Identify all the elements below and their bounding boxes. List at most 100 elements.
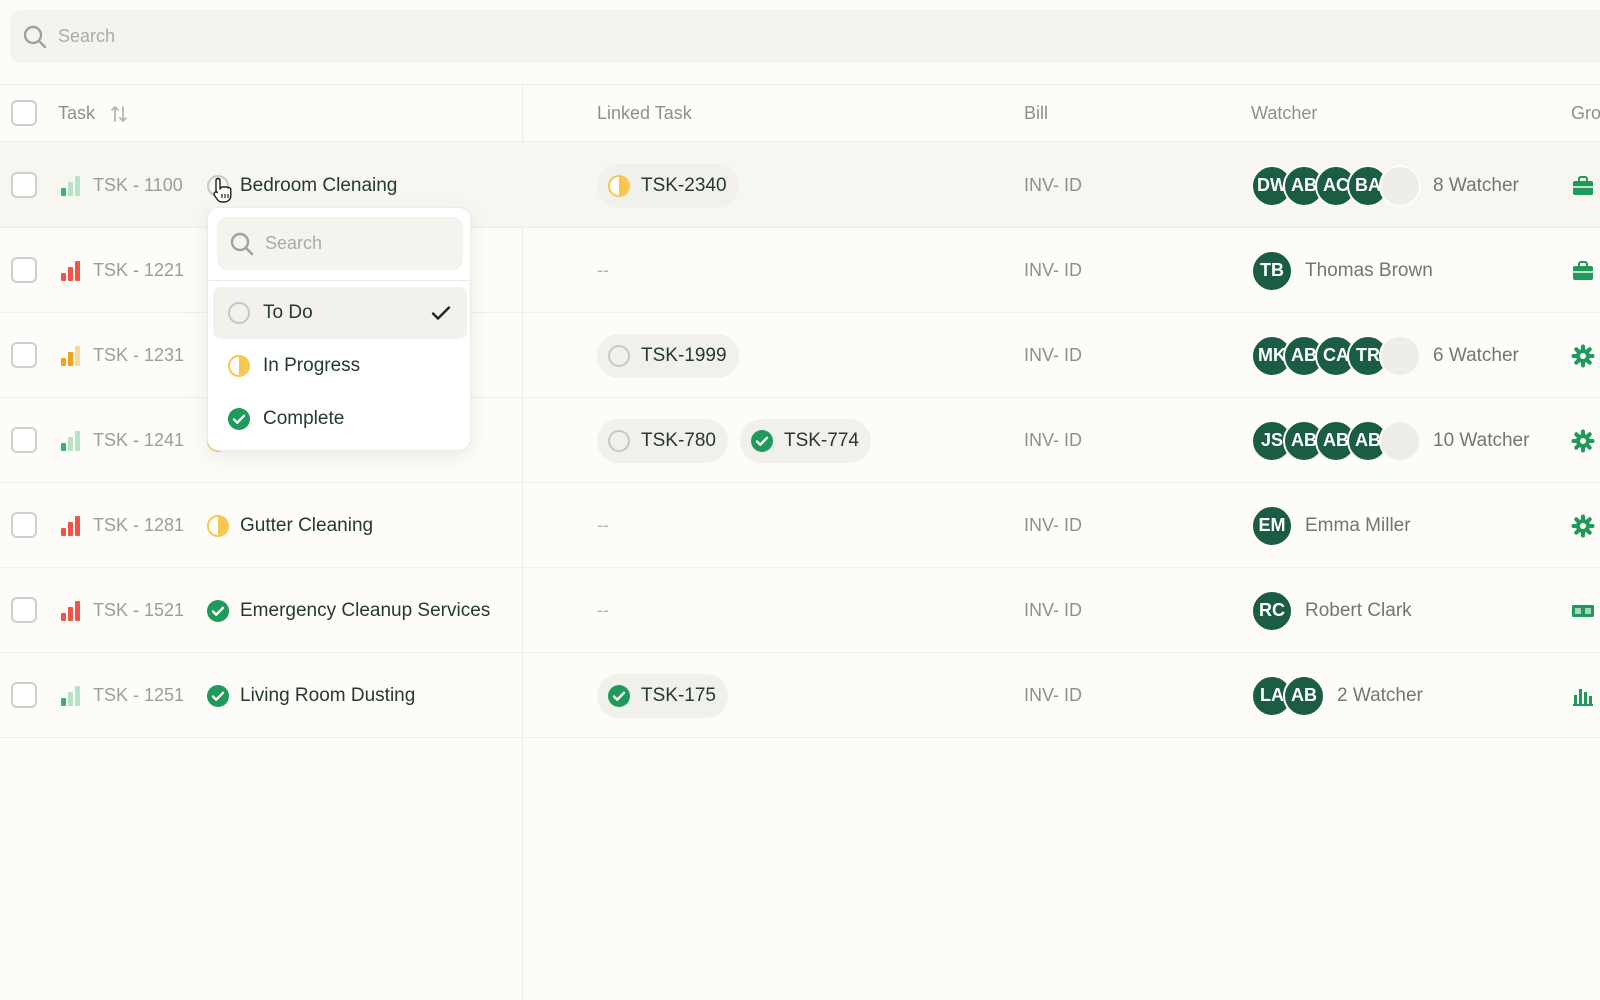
task-id-cell: TSK - 1221 — [93, 228, 184, 313]
task-id: TSK - 1281 — [93, 515, 185, 535]
complete-status-icon — [207, 684, 229, 707]
status-option-progress[interactable]: In Progress — [213, 340, 467, 392]
task-name[interactable]: Gutter Cleaning — [240, 515, 373, 537]
row-checkbox[interactable] — [11, 682, 37, 708]
column-group[interactable]: Gro — [1571, 85, 1600, 142]
table-row[interactable]: TSK - 1281 Gutter Cleaning -- INV- ID EM Emma… — [0, 483, 1600, 568]
bill-cell: INV- ID — [1024, 313, 1082, 398]
priority[interactable] — [60, 228, 82, 313]
priority[interactable] — [60, 398, 82, 483]
task-name-cell[interactable]: Emergency Cleanup Services — [206, 568, 490, 653]
select-all-checkbox[interactable] — [11, 100, 37, 126]
todo-status-icon — [608, 344, 630, 367]
group-cell[interactable] — [1571, 398, 1595, 483]
watcher-cell[interactable]: EM Emma Miller — [1251, 483, 1411, 568]
column-linked-task[interactable]: Linked Task — [597, 85, 692, 142]
linked-task-pill[interactable]: TSK-774 — [739, 418, 871, 463]
watcher-cell[interactable]: DW AB AC BA 8 Watcher — [1251, 143, 1519, 228]
search-input[interactable]: Search — [58, 26, 115, 47]
watcher-cell[interactable]: JS AB AB AB 10 Watcher — [1251, 398, 1529, 483]
task-name[interactable]: Emergency Cleanup Services — [240, 600, 490, 622]
column-task-label: Task — [58, 103, 96, 123]
row-checkbox[interactable] — [11, 257, 37, 283]
row-checkbox[interactable] — [11, 342, 37, 368]
group-cell[interactable] — [1571, 228, 1595, 313]
linked-task-cell: -- — [597, 568, 609, 653]
group-cell[interactable] — [1571, 143, 1595, 228]
sort-icon[interactable] — [109, 104, 129, 124]
group-cell[interactable] — [1571, 483, 1595, 568]
task-id-cell: TSK - 1251 — [93, 653, 184, 738]
bill-id[interactable]: INV- ID — [1024, 345, 1082, 366]
complete-status-icon — [207, 599, 229, 622]
briefcase-icon — [1573, 175, 1593, 195]
priority[interactable] — [60, 313, 82, 398]
avatar-more — [1379, 164, 1421, 207]
search-icon — [23, 25, 47, 48]
status-button[interactable] — [206, 599, 230, 623]
column-task[interactable]: Task — [58, 85, 129, 142]
priority[interactable] — [60, 568, 82, 653]
table-row[interactable]: TSK - 1251 Living Room Dusting TSK-175 INV-… — [0, 653, 1600, 738]
priority-low-icon — [61, 685, 80, 706]
bill-id[interactable]: INV- ID — [1024, 600, 1082, 621]
task-name-cell[interactable]: Living Room Dusting — [206, 653, 415, 738]
linked-task-cell: TSK-1999 — [597, 313, 751, 398]
row-checkbox[interactable] — [11, 172, 37, 198]
priority[interactable] — [60, 483, 82, 568]
watcher-cell[interactable]: MK AB CA TR 6 Watcher — [1251, 313, 1519, 398]
search-bar[interactable]: Search — [10, 10, 1600, 63]
status-option-label: In Progress — [263, 355, 361, 376]
hand-cursor-icon — [213, 177, 232, 203]
linked-task-pill[interactable]: TSK-780 — [597, 418, 728, 463]
status-search[interactable]: Search — [217, 217, 463, 270]
money-icon — [1572, 604, 1594, 617]
group-cell[interactable] — [1571, 653, 1595, 738]
avatar-more — [1379, 419, 1421, 462]
linked-task-pill[interactable]: TSK-2340 — [597, 163, 739, 208]
watcher-label: 10 Watcher — [1433, 429, 1530, 451]
linked-task-cell: -- — [597, 483, 609, 568]
bill-id[interactable]: INV- ID — [1024, 685, 1082, 706]
linked-task-pill[interactable]: TSK-1999 — [597, 333, 739, 378]
status-dropdown: Search To Do In Progress Complete — [207, 207, 471, 451]
bill-id[interactable]: INV- ID — [1024, 515, 1082, 536]
task-name-cell[interactable]: Gutter Cleaning — [206, 483, 373, 568]
row-checkbox[interactable] — [11, 427, 37, 453]
task-name[interactable]: Living Room Dusting — [240, 685, 415, 707]
task-id-cell: TSK - 1100 — [93, 143, 183, 228]
task-name[interactable]: Bedroom Clenaing — [240, 175, 397, 197]
bill-id[interactable]: INV- ID — [1024, 430, 1082, 451]
row-checkbox[interactable] — [11, 597, 37, 623]
linked-task-pill[interactable]: TSK-175 — [597, 673, 728, 718]
status-button[interactable] — [206, 684, 230, 708]
watcher-cell[interactable]: TB Thomas Brown — [1251, 228, 1433, 313]
watcher-label: 2 Watcher — [1337, 684, 1423, 706]
table-row[interactable]: TSK - 1521 Emergency Cleanup Services -- IN… — [0, 568, 1600, 653]
row-checkbox[interactable] — [11, 512, 37, 538]
column-bill[interactable]: Bill — [1024, 85, 1048, 142]
task-id-cell: TSK - 1521 — [93, 568, 184, 653]
status-button[interactable] — [206, 514, 230, 538]
bill-id[interactable]: INV- ID — [1024, 260, 1082, 281]
status-search-input[interactable]: Search — [265, 233, 322, 254]
column-watcher[interactable]: Watcher — [1251, 85, 1317, 142]
status-option-complete[interactable]: Complete — [213, 393, 467, 445]
priority-low-icon — [61, 430, 80, 451]
priority-high-icon — [61, 515, 80, 536]
task-id: TSK - 1221 — [93, 260, 185, 280]
priority-high-icon — [61, 600, 80, 621]
priority[interactable] — [60, 143, 82, 228]
status-option-todo[interactable]: To Do — [213, 287, 467, 339]
watcher-cell[interactable]: LA AB 2 Watcher — [1251, 653, 1423, 738]
task-id-cell: TSK - 1281 — [93, 483, 184, 568]
priority[interactable] — [60, 653, 82, 738]
watcher-cell[interactable]: RC Robert Clark — [1251, 568, 1412, 653]
group-cell[interactable] — [1571, 568, 1595, 653]
complete-status-icon — [750, 429, 773, 452]
group-cell[interactable] — [1571, 313, 1595, 398]
divider — [208, 280, 470, 281]
bill-id[interactable]: INV- ID — [1024, 175, 1082, 196]
bill-cell: INV- ID — [1024, 398, 1082, 483]
avatar: RC — [1251, 589, 1293, 632]
